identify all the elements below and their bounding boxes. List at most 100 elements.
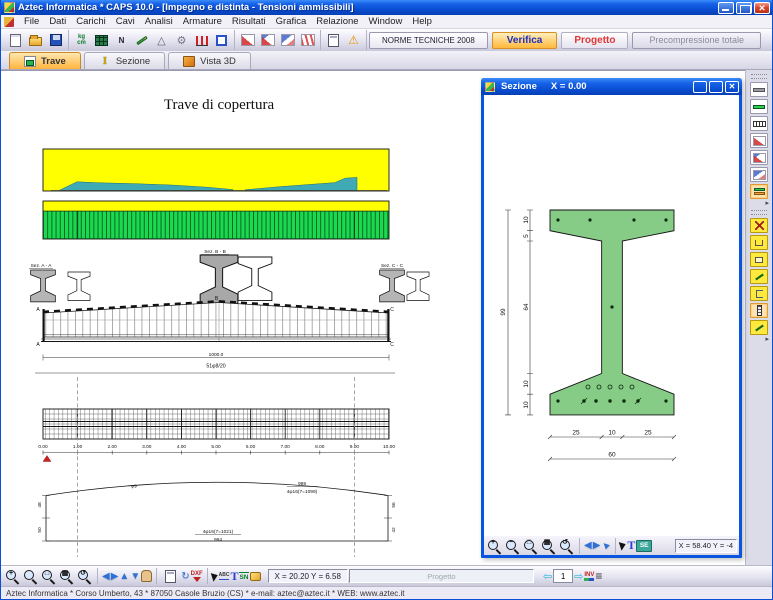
loads-icon[interactable]: N <box>112 31 131 49</box>
menu-analisi[interactable]: Analisi <box>140 16 178 27</box>
prev-section-icon[interactable]: ◀ <box>584 540 592 551</box>
menu-grafica[interactable]: Grafica <box>271 16 312 27</box>
results-chart-icon[interactable] <box>192 31 211 49</box>
pan-hand-icon[interactable] <box>141 570 152 582</box>
options-menu-icon[interactable]: ≡ <box>595 569 602 583</box>
menu-dati[interactable]: Dati <box>44 16 71 27</box>
rebar-schedule-icon[interactable] <box>750 116 768 131</box>
section-none-icon[interactable] <box>750 218 768 233</box>
section-tool-icon[interactable] <box>212 31 231 49</box>
menu-window[interactable]: Window <box>364 16 408 27</box>
stress-diagram-icon-3[interactable] <box>278 31 297 49</box>
section-ruler-active-icon[interactable] <box>750 303 768 318</box>
warning-icon[interactable]: ⚠ <box>344 31 363 49</box>
zoom-extents-icon[interactable]: ▦ <box>540 538 557 554</box>
snap-icon[interactable]: SN <box>239 572 248 581</box>
section-stirrup-icon[interactable] <box>750 286 768 301</box>
redraw-icon[interactable]: ↻ <box>181 571 189 582</box>
tendon-edit-icon[interactable] <box>132 31 151 49</box>
tension-plot-icon-1[interactable] <box>750 133 768 148</box>
close-button[interactable]: ✕ <box>725 81 739 93</box>
section-view[interactable]: 99 10 5 64 10 10 25 10 25 60 <box>484 95 739 536</box>
pointer-icon[interactable] <box>619 540 627 550</box>
tension-plot-icon-2[interactable] <box>750 150 768 165</box>
section-outline-icon[interactable] <box>750 235 768 250</box>
menu-bar: File Dati Carichi Cavi Analisi Armature … <box>1 15 772 29</box>
pan-up-icon[interactable]: ▲ <box>119 571 129 582</box>
new-file-icon[interactable] <box>6 31 25 49</box>
zoom-in-icon[interactable]: + <box>486 538 503 554</box>
zoom-out-icon[interactable] <box>22 568 39 584</box>
stress-diagram-icon-1[interactable] <box>238 31 257 49</box>
tab-vista-3d[interactable]: Vista 3D <box>168 52 251 69</box>
tension-plot-icon-3[interactable] <box>750 167 768 182</box>
save-file-icon[interactable] <box>46 31 65 49</box>
menu-help[interactable]: Help <box>407 16 437 27</box>
zoom-previous-icon[interactable]: ↺ <box>76 568 93 584</box>
minimize-button[interactable] <box>693 81 707 93</box>
text-tool-icon[interactable]: T <box>627 538 635 553</box>
report-page-icon[interactable] <box>324 31 343 49</box>
truss-icon[interactable]: △ <box>152 31 171 49</box>
menu-risultati[interactable]: Risultati <box>227 16 271 27</box>
norme-tecniche-button[interactable]: NORME TECNICHE 2008 <box>369 32 488 49</box>
zoom-extents-icon[interactable]: ▦ <box>58 568 75 584</box>
progetto-button[interactable]: Progetto <box>561 32 628 49</box>
svg-text:1000.0: 1000.0 <box>209 352 224 358</box>
minimize-button[interactable] <box>718 2 734 14</box>
page-next-icon[interactable]: ⇨ <box>574 570 583 583</box>
zoom-window-icon[interactable]: □ <box>522 538 539 554</box>
menu-cavi[interactable]: Cavi <box>111 16 140 27</box>
toolbar-grip[interactable] <box>751 74 767 79</box>
measure-tool-icon[interactable] <box>250 572 261 581</box>
slab-green-icon[interactable] <box>750 99 768 114</box>
units-icon[interactable]: kgcm <box>72 31 91 49</box>
geometry-table-icon[interactable] <box>92 31 111 49</box>
pointer-icon[interactable] <box>210 571 218 581</box>
svg-text:994: 994 <box>214 537 222 543</box>
menu-carichi[interactable]: Carichi <box>71 16 111 27</box>
verifica-button[interactable]: Verifica <box>492 32 558 49</box>
section-window-titlebar[interactable]: Sezione X = 0.00 ✕ <box>481 78 742 95</box>
invert-colors-icon[interactable]: INV <box>584 572 594 581</box>
toolbar-grip[interactable] <box>751 210 767 215</box>
zoom-in-icon[interactable]: + <box>4 568 21 584</box>
dxf-export-icon[interactable]: DXF <box>191 571 203 582</box>
print-preview-icon[interactable] <box>161 567 180 585</box>
menu-armature[interactable]: Armature <box>178 16 227 27</box>
overflow-icon[interactable]: ▸ <box>765 201 769 207</box>
maximize-button[interactable] <box>709 81 723 93</box>
zoom-window-icon[interactable]: □ <box>40 568 57 584</box>
zoom-previous-icon[interactable]: ↺ <box>558 538 575 554</box>
precompressione-button[interactable]: Precompressione totale <box>632 32 761 49</box>
fit-window-icon[interactable]: ▲ <box>599 538 614 553</box>
section-draw-icon[interactable] <box>750 269 768 284</box>
restore-button[interactable] <box>736 2 752 14</box>
text-tool-icon[interactable]: T <box>230 569 238 584</box>
menu-file[interactable]: File <box>19 16 44 27</box>
spellcheck-icon[interactable]: ABC <box>219 572 230 580</box>
svg-text:56: 56 <box>391 502 397 508</box>
overflow-icon[interactable]: ▸ <box>765 337 769 343</box>
impegno-active-icon[interactable] <box>750 184 768 199</box>
stress-diagram-icon-2[interactable] <box>258 31 277 49</box>
tab-sezione[interactable]: I Sezione <box>84 52 165 69</box>
close-button[interactable]: ✕ <box>754 2 770 14</box>
menu-relazione[interactable]: Relazione <box>311 16 363 27</box>
tab-trave[interactable]: Trave <box>9 52 81 69</box>
zoom-out-icon[interactable]: − <box>504 538 521 554</box>
page-prev-icon[interactable]: ⇦ <box>543 570 552 583</box>
slab-gray-icon[interactable] <box>750 82 768 97</box>
pan-down-icon[interactable]: ▼ <box>130 571 140 582</box>
pan-left-icon[interactable]: ◀ <box>102 571 110 582</box>
page-number-field[interactable]: 1 <box>553 569 573 583</box>
pan-right-icon[interactable]: ▶ <box>111 571 119 582</box>
section-window[interactable]: Sezione X = 0.00 ✕ <box>481 78 742 558</box>
section-box-icon[interactable] <box>750 252 768 267</box>
stress-diagram-icon-4[interactable] <box>298 31 317 49</box>
section-label-icon[interactable]: SE <box>636 540 652 552</box>
open-file-icon[interactable] <box>26 31 45 49</box>
analysis-gear-icon[interactable]: ⚙ <box>172 31 191 49</box>
section-pencil-icon[interactable] <box>750 320 768 335</box>
svg-text:4.00: 4.00 <box>177 444 187 450</box>
